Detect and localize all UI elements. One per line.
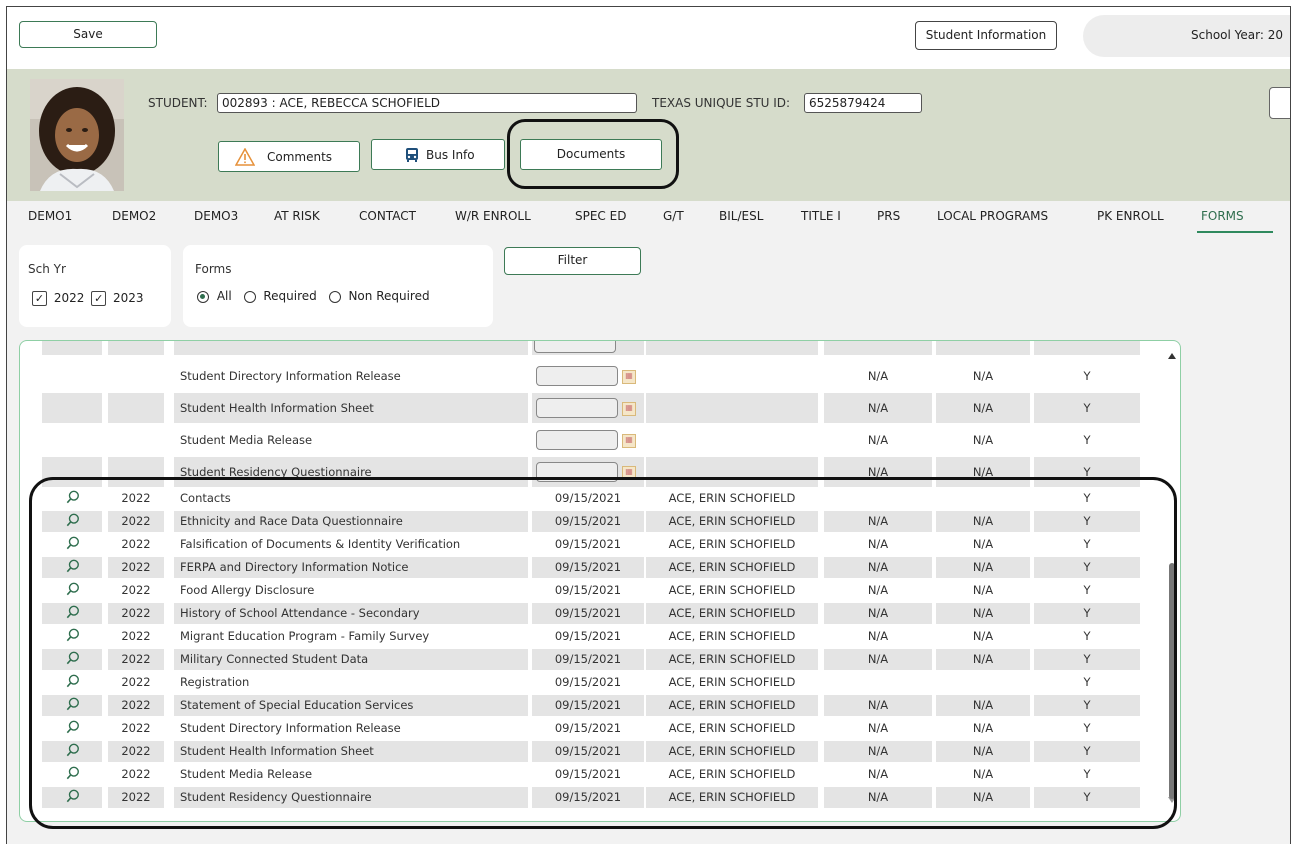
col-2-value: N/A — [972, 369, 994, 383]
cell-bg — [108, 393, 164, 423]
col-2-value: N/A — [972, 401, 994, 415]
cell-bg — [646, 393, 818, 423]
tab-prs[interactable]: PRS — [877, 209, 900, 223]
tab-bil-esl[interactable]: BIL/ESL — [719, 209, 763, 223]
student-photo — [30, 79, 124, 191]
warning-icon — [235, 148, 255, 166]
active-tab-underline — [1197, 231, 1273, 233]
sch-yr-label: Sch Yr — [28, 262, 66, 276]
year-2022-checkbox[interactable]: ✓ — [32, 291, 47, 306]
tab-w-r-enroll[interactable]: W/R ENROLL — [455, 209, 531, 223]
toolbar: Save Student Information School Year: 20 — [7, 7, 1290, 69]
tab-bar: DEMO1 DEMO2 DEMO3 AT RISK CONTACT W/R ENROLL S… — [7, 201, 1290, 237]
calendar-icon[interactable]: ▦ — [622, 434, 636, 448]
bus-info-label: Bus Info — [426, 148, 475, 162]
tab-demo2[interactable]: DEMO2 — [112, 209, 156, 223]
cell-bg — [646, 341, 818, 355]
table-row-partial — [20, 341, 1165, 355]
form-name: Student Media Release — [180, 433, 313, 447]
date-field[interactable] — [536, 366, 618, 386]
header-right-box[interactable] — [1269, 87, 1290, 119]
tab-local-programs[interactable]: LOCAL PROGRAMS — [937, 209, 1048, 223]
year-2022-label: 2022 — [53, 291, 85, 305]
cell-bg — [1034, 341, 1140, 355]
form-name: Student Directory Information Release — [180, 369, 401, 383]
table-row: Student Media Release ▦ N/A N/A Y — [20, 425, 1165, 455]
cell-bg — [108, 341, 164, 355]
student-field[interactable]: 002893 : ACE, REBECCA SCHOFIELD — [217, 93, 637, 113]
date-field[interactable] — [534, 341, 616, 353]
tab-demo3[interactable]: DEMO3 — [194, 209, 238, 223]
year-2023-checkbox[interactable]: ✓ — [91, 291, 107, 306]
cell-bg — [174, 341, 528, 355]
forms-label: Forms — [195, 262, 232, 276]
bus-info-button[interactable]: Bus Info — [371, 139, 505, 170]
date-field[interactable] — [536, 398, 618, 418]
unique-id-field[interactable]: 6525879424 — [804, 93, 922, 113]
non-required-label: Non Required — [348, 289, 430, 303]
cell-bg — [42, 393, 102, 423]
col-1-value: N/A — [867, 433, 889, 447]
date-field[interactable] — [536, 430, 618, 450]
col-3-value: Y — [1083, 401, 1091, 415]
student-label: STUDENT: — [148, 96, 208, 110]
col-3-value: Y — [1083, 369, 1091, 383]
tab-forms[interactable]: FORMS — [1201, 209, 1244, 223]
rows-highlight — [29, 477, 1177, 829]
tab-pk-enroll[interactable]: PK ENROLL — [1097, 209, 1164, 223]
app-window: Save Student Information School Year: 20… — [6, 6, 1291, 844]
school-year-text: School Year: 20 — [1191, 28, 1283, 42]
calendar-icon[interactable]: ▦ — [622, 402, 636, 416]
unique-id-label: TEXAS UNIQUE STU ID: — [652, 96, 791, 110]
col-2-value: N/A — [972, 433, 994, 447]
comments-label: Comments — [267, 150, 333, 164]
all-label: All — [216, 289, 232, 303]
comments-button[interactable]: Comments — [218, 141, 360, 172]
col-1-value: N/A — [867, 369, 889, 383]
forms-filter: Forms All Required Non Required — [183, 245, 493, 327]
year-2023-label: 2023 — [113, 291, 144, 305]
tab-at-risk[interactable]: AT RISK — [274, 209, 320, 223]
tab-g-t[interactable]: G/T — [663, 209, 684, 223]
student-information-button[interactable]: Student Information — [915, 21, 1057, 50]
scroll-up-icon[interactable] — [1168, 353, 1176, 359]
school-year-pill: School Year: 20 — [1083, 15, 1290, 57]
school-year-filter: Sch Yr ✓ 2022 ✓ 2023 — [19, 245, 171, 327]
bus-icon — [406, 148, 418, 162]
cell-bg — [42, 341, 102, 355]
cell-bg — [824, 341, 932, 355]
col-1-value: N/A — [867, 401, 889, 415]
calendar-icon[interactable]: ▦ — [622, 370, 636, 384]
filter-button[interactable]: Filter — [504, 247, 641, 275]
required-label: Required — [263, 289, 317, 303]
student-header: STUDENT: 002893 : ACE, REBECCA SCHOFIELD… — [7, 69, 1290, 201]
non-required-radio[interactable] — [328, 290, 341, 303]
save-button[interactable]: Save — [19, 21, 157, 48]
table-row: Student Health Information Sheet ▦ N/A N/A Y — [20, 393, 1165, 423]
tab-demo1[interactable]: DEMO1 — [28, 209, 72, 223]
form-name: Student Health Information Sheet — [180, 401, 374, 415]
tab-spec-ed[interactable]: SPEC ED — [575, 209, 626, 223]
table-row: Student Directory Information Release ▦ N/… — [20, 361, 1165, 391]
cell-bg — [936, 341, 1030, 355]
tab-contact[interactable]: CONTACT — [359, 209, 416, 223]
col-3-value: Y — [1083, 433, 1091, 447]
all-radio[interactable] — [197, 290, 209, 303]
documents-highlight — [507, 119, 679, 189]
tab-title-i[interactable]: TITLE I — [801, 209, 841, 223]
required-radio[interactable] — [243, 290, 256, 303]
